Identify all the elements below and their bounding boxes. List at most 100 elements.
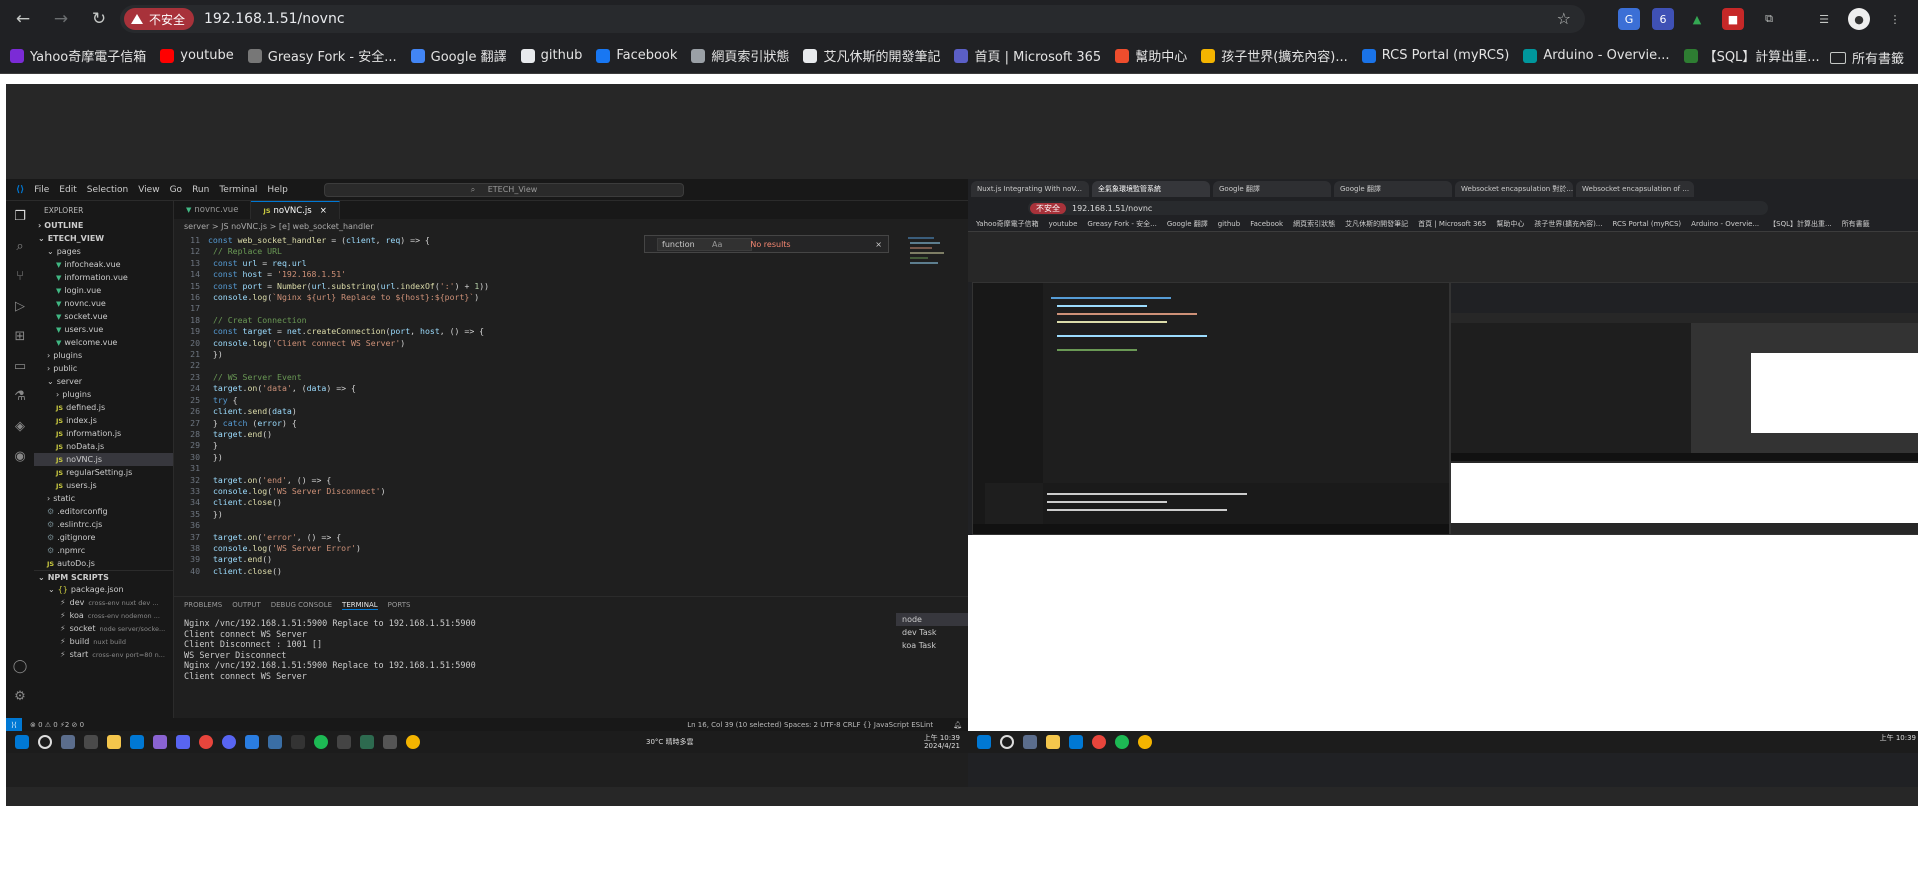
tree-item[interactable]: › plugins [34,388,173,401]
terminal-icon[interactable] [291,735,305,749]
more-menu-icon[interactable]: ⋮ [1884,8,1906,30]
npm-script-item[interactable]: ⚡ socket node server/socke... [34,622,173,635]
menu-run[interactable]: Run [192,185,209,195]
remote-bookmark-item[interactable]: Greasy Fork - 安全... [1087,219,1156,229]
tree-item[interactable]: JS users.js [34,479,173,492]
bookmark-item[interactable]: Yahoo奇摩電子信箱 [10,46,146,65]
bookmark-item[interactable]: 艾凡休斯的開發筆記 [803,46,940,65]
account-icon[interactable]: ◯ [6,651,34,681]
remote-bookmark-item[interactable]: 首頁 | Microsoft 365 [1418,219,1486,229]
taskbar-app-icon[interactable] [1023,735,1037,749]
reading-list-icon[interactable]: ☰ [1813,8,1835,30]
remote-bookmark-item[interactable]: 艾凡休斯的開發筆記 [1345,219,1408,229]
source-control-icon[interactable]: ⑂ [6,261,34,291]
tab-output[interactable]: OUTPUT [232,601,261,609]
bookmark-item[interactable]: 網頁索引狀態 [691,46,789,65]
remote-bookmark-item[interactable]: youtube [1049,220,1078,228]
close-icon[interactable]: × [875,240,882,249]
remote-tab[interactable]: 全氣象環境監管系統 [1092,181,1210,197]
tree-item[interactable]: ⌄ pages [34,245,173,258]
remote-explorer-icon[interactable]: ▭ [6,351,34,381]
tree-item[interactable]: JS index.js [34,414,173,427]
taskbar-app-icon[interactable] [383,735,397,749]
puzzle-icon[interactable]: ⧉ [1758,8,1780,30]
discord-icon[interactable] [222,735,236,749]
tree-item[interactable]: JS information.js [34,427,173,440]
tree-item[interactable]: ⚙ .eslintrc.cjs [34,518,173,531]
remote-bookmark-item[interactable]: Facebook [1250,220,1283,228]
tree-item[interactable]: › plugins [34,349,173,362]
extension-badge-icon[interactable]: 6 [1652,8,1674,30]
tab-novnc-js[interactable]: JS noVNC.js × [251,201,340,219]
taskbar-app-icon[interactable] [84,735,98,749]
novnc-remote-screen[interactable]: ⟨⟩ File Edit Selection View Go Run Terminal Hel… [6,84,1918,806]
bookmark-item[interactable]: Google 翻譯 [410,46,507,65]
forward-icon[interactable]: → [46,4,76,34]
extensions-icon[interactable]: ⊞ [6,321,34,351]
avatar[interactable]: ● [1848,8,1870,30]
chrome-icon[interactable] [1092,735,1106,749]
reload-icon[interactable]: ↻ [84,4,114,34]
npm-script-item[interactable]: ⚡ koa cross-env nodemon ... [34,609,173,622]
menu-go[interactable]: Go [170,185,182,195]
command-center-search[interactable]: ⌕ ETECH_View [324,183,684,197]
tree-item[interactable]: ▼ users.vue [34,323,173,336]
tree-item[interactable]: › static [34,492,173,505]
taskbar-app-icon[interactable] [61,735,75,749]
windows-start-icon[interactable] [15,735,29,749]
bookmark-item[interactable]: github [520,48,582,63]
find-input[interactable]: function [657,237,752,251]
npm-script-item[interactable]: ⚡ dev cross-env nuxt dev ... [34,596,173,609]
timeline-icon[interactable]: ◉ [6,441,34,471]
status-right[interactable]: Ln 16, Col 39 (10 selected) Spaces: 2 UT… [687,721,933,729]
bookmark-item[interactable]: 首頁 | Microsoft 365 [954,46,1101,65]
npm-script-item[interactable]: ⚡ build nuxt build [34,635,173,648]
tree-item[interactable]: JS defined.js [34,401,173,414]
menu-view[interactable]: View [138,185,159,195]
remote-tab[interactable]: Google 翻譯 [1213,181,1331,197]
bookmark-item[interactable]: RCS Portal (myRCS) [1361,48,1509,63]
tree-item[interactable]: ⚙ .editorconfig [34,505,173,518]
weather-widget[interactable]: 30°C 晴時多雲 [646,737,694,747]
run-debug-icon[interactable]: ▷ [6,291,34,321]
vscode-taskbar-icon[interactable] [1069,735,1083,749]
taskbar-app-icon[interactable] [268,735,282,749]
windows-start-icon[interactable] [977,735,991,749]
taskbar-search-icon[interactable] [1000,735,1014,749]
spotify-icon[interactable] [314,735,328,749]
remote-clock[interactable]: 上午 10:39 [1880,734,1916,742]
settings-gear-icon[interactable]: ⚙ [6,681,34,711]
address-bar[interactable]: 不安全 192.168.1.51/novnc ☆ [120,5,1585,33]
file-explorer-icon[interactable] [107,735,121,749]
project-section[interactable]: ⌄ ETECH_VIEW [34,232,173,245]
red-extension-icon[interactable]: ■ [1722,8,1744,30]
tree-item[interactable]: ⌄ server [34,375,173,388]
remote-indicator-icon[interactable]: ⟩⟨ [6,718,22,731]
status-problems[interactable]: ⊗ 0 ⚠ 0 ⚡2 ⊘ 0 [30,721,84,729]
taskbar-app-icon[interactable] [245,735,259,749]
tree-item[interactable]: ▼ welcome.vue [34,336,173,349]
spotify-icon[interactable] [1115,735,1129,749]
bookmark-item[interactable]: Greasy Fork - 安全... [247,46,397,65]
bookmark-star-icon[interactable]: ☆ [1557,9,1571,28]
remote-bookmark-item[interactable]: 網頁索引狀態 [1293,219,1335,229]
remote-tab[interactable]: Google 翻譯 [1334,181,1452,197]
tree-item[interactable]: JS noData.js [34,440,173,453]
search-icon[interactable]: ⌕ [6,231,34,261]
tab-debug-console[interactable]: DEBUG CONSOLE [271,601,332,609]
remote-tab[interactable]: Websocket encapsulation of ... [1576,181,1694,197]
match-case-icon[interactable]: Aa [712,240,722,249]
remote-address-bar[interactable]: 不安全 192.168.1.51/novnc [968,199,1918,217]
drive-extension-icon[interactable]: ▲ [1686,8,1708,30]
tree-item[interactable]: ⚙ .gitignore [34,531,173,544]
translate-extension-icon[interactable]: G [1618,8,1640,30]
code-editor[interactable]: 11 const web_socket_handler = (client, re… [174,233,968,577]
all-bookmarks-button[interactable]: 所有書籤 [1829,48,1904,67]
remote-tab[interactable]: Websocket encapsulation 對於... [1455,181,1573,197]
tree-item[interactable]: JS autoDo.js [34,557,173,570]
terminal-instance[interactable]: node [896,613,968,626]
tree-item[interactable]: ▼ login.vue [34,284,173,297]
security-chip[interactable]: 不安全 [124,8,195,30]
taskbar-app-icon[interactable] [176,735,190,749]
bookmark-item[interactable]: youtube [160,48,234,63]
